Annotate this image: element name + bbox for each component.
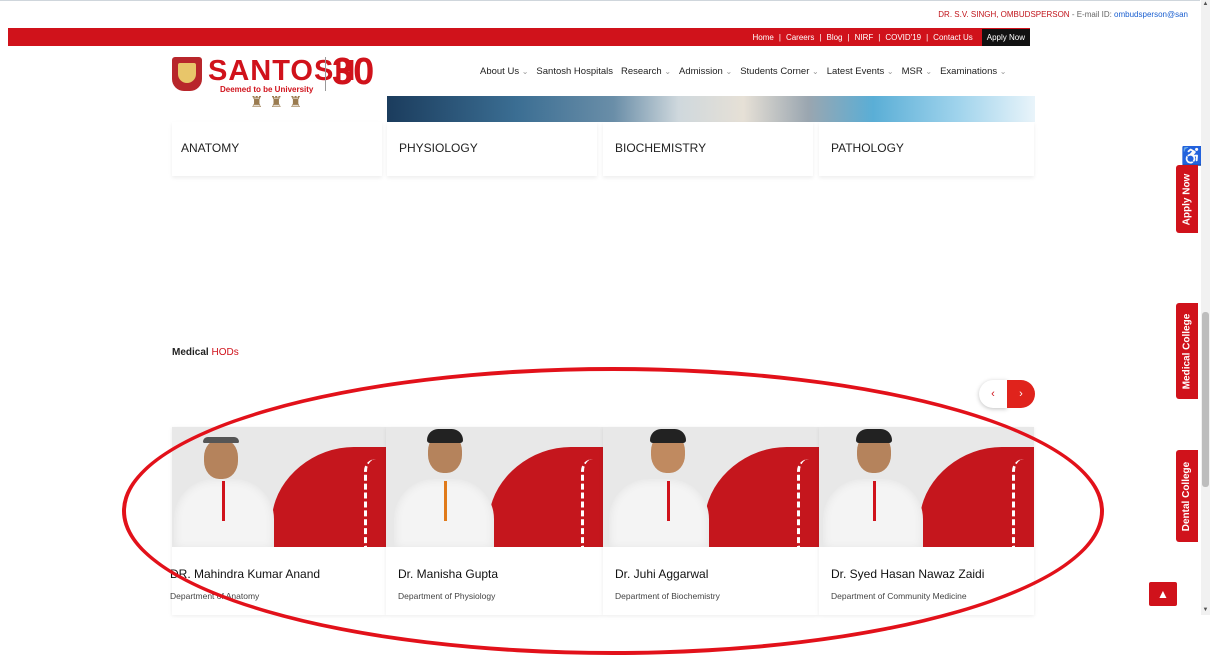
carousel-next-button[interactable]: › — [1007, 380, 1035, 408]
annotation-oval — [122, 367, 1104, 655]
nav-latest-events[interactable]: Latest Events ⌄ — [827, 66, 894, 77]
top-nav-contact[interactable]: Contact Us — [928, 33, 978, 42]
scrollbar-thumb[interactable] — [1202, 312, 1209, 487]
chevron-down-icon: ⌄ — [886, 67, 894, 76]
logo-divider — [325, 57, 326, 91]
nav-msr[interactable]: MSR ⌄ — [902, 66, 932, 77]
crest-icon — [172, 57, 202, 91]
top-nav-home[interactable]: Home — [748, 33, 779, 42]
dept-card-anatomy[interactable]: ANATOMY — [172, 122, 382, 176]
statues-icon: ♜♜♜ — [250, 94, 309, 111]
accessibility-icon[interactable]: ♿ — [1181, 146, 1203, 166]
dept-card-biochemistry[interactable]: BIOCHEMISTRY — [603, 122, 813, 176]
chevron-down-icon: ⌄ — [664, 67, 672, 76]
nav-examinations[interactable]: Examinations ⌄ — [940, 66, 1006, 77]
scroll-to-top-button[interactable]: ▲ — [1149, 582, 1177, 606]
nav-admission[interactable]: Admission ⌄ — [679, 66, 732, 77]
top-apply-now-button[interactable]: Apply Now — [981, 28, 1030, 46]
email-label: - E-mail ID: — [1071, 10, 1112, 19]
santosh-logo[interactable]: SANTOSH Deemed to be University 30 ♜♜♜ — [172, 51, 382, 125]
dept-label: PHYSIOLOGY — [399, 141, 478, 155]
top-info-strip: DR. S.V. SINGH, OMBUDSPERSON - E-mail ID… — [0, 0, 1200, 26]
dept-card-pathology[interactable]: PATHOLOGY — [819, 122, 1034, 176]
top-nav-covid[interactable]: COVID'19 — [880, 33, 926, 42]
top-nav-careers[interactable]: Careers — [781, 33, 819, 42]
carousel-prev-button[interactable]: ‹ — [979, 380, 1007, 408]
nav-students-corner[interactable]: Students Corner ⌄ — [740, 66, 819, 77]
side-dental-college-tab[interactable]: Dental College — [1176, 450, 1198, 542]
chevron-right-icon: › — [1019, 388, 1023, 400]
chevron-down-icon: ⌄ — [725, 67, 733, 76]
nav-about-us[interactable]: About Us ⌄ — [480, 66, 528, 77]
arrow-up-icon: ▲ — [1157, 587, 1169, 601]
ombudsperson-email-link[interactable]: ombudsperson@san — [1114, 10, 1188, 19]
chevron-left-icon: ‹ — [991, 388, 995, 400]
scroll-up-arrow-icon[interactable]: ▲ — [1201, 0, 1210, 9]
anniversary-badge: 30 — [332, 51, 375, 93]
main-nav: About Us ⌄ Santosh Hospitals Research ⌄ … — [480, 66, 1006, 77]
section-title: Medical HODs — [172, 347, 239, 358]
top-nav-blog[interactable]: Blog — [821, 33, 847, 42]
chevron-down-icon: ⌄ — [521, 67, 529, 76]
top-nav-nirf[interactable]: NIRF — [850, 33, 879, 42]
page-scrollbar[interactable]: ▲ ▼ — [1201, 0, 1210, 615]
dept-label: BIOCHEMISTRY — [615, 141, 707, 155]
chevron-down-icon: ⌄ — [925, 67, 933, 76]
nav-santosh-hospitals[interactable]: Santosh Hospitals — [536, 66, 613, 77]
department-images-strip — [387, 96, 1035, 122]
chevron-down-icon: ⌄ — [999, 67, 1007, 76]
side-medical-college-tab[interactable]: Medical College — [1176, 303, 1198, 399]
nav-research[interactable]: Research ⌄ — [621, 66, 671, 77]
dept-card-physiology[interactable]: PHYSIOLOGY — [387, 122, 597, 176]
dept-label: ANATOMY — [181, 141, 240, 155]
dept-label: PATHOLOGY — [831, 141, 904, 155]
top-nav-bar: Home | Careers | Blog | NIRF | COVID'19 | Con… — [8, 28, 1030, 46]
ombudsperson-text: DR. S.V. SINGH, OMBUDSPERSON — [938, 10, 1070, 19]
scroll-down-arrow-icon[interactable]: ▼ — [1201, 606, 1210, 615]
chevron-down-icon: ⌄ — [812, 67, 819, 76]
side-apply-now-tab[interactable]: Apply Now — [1176, 165, 1198, 233]
